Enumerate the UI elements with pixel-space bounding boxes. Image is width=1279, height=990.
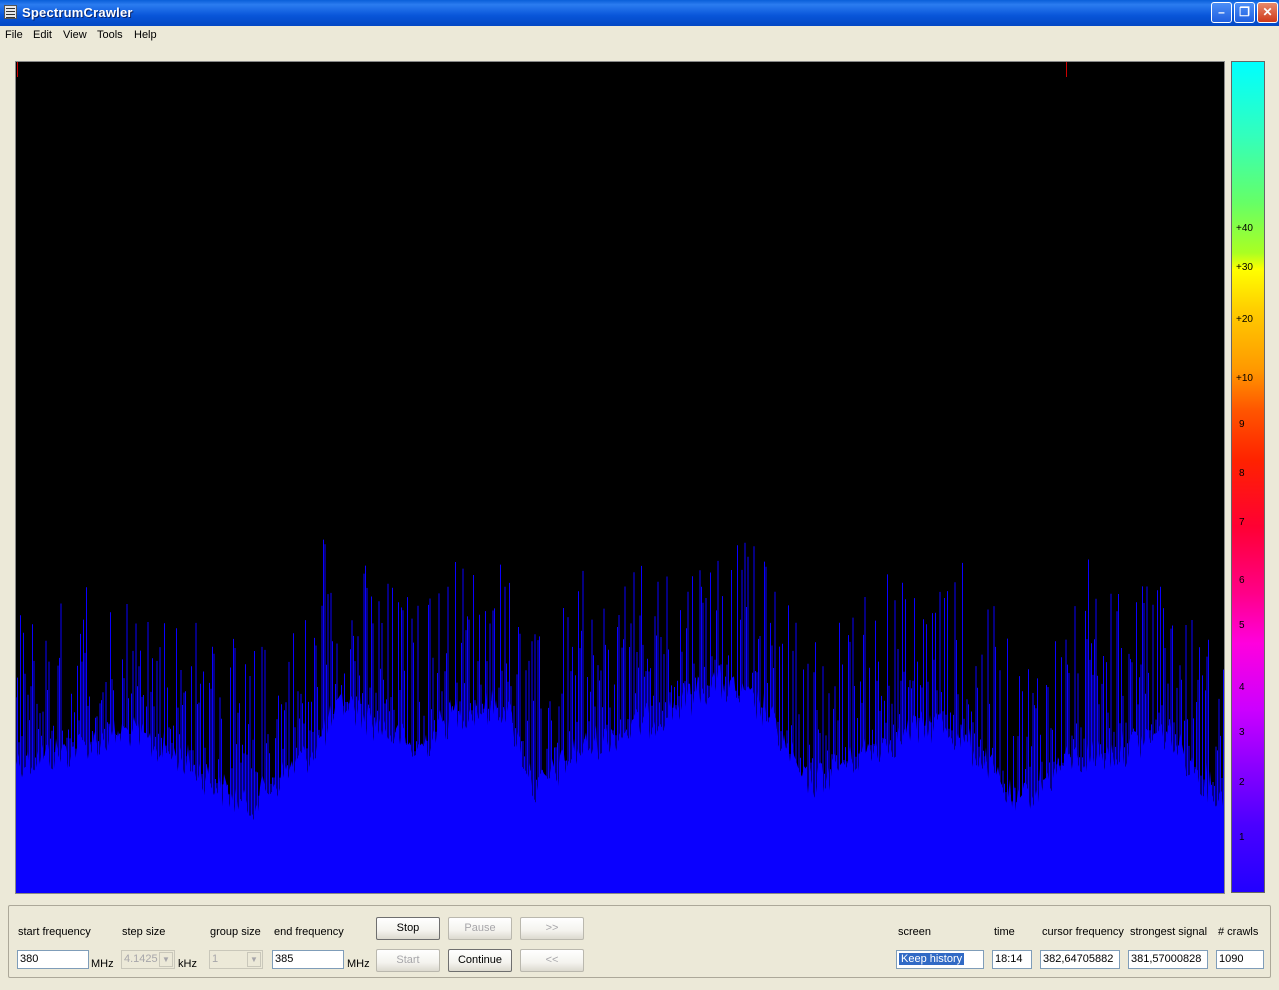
menu-bar: File Edit View Tools Help (0, 26, 1279, 45)
group-size-select: 1 ▼ (209, 950, 263, 969)
step-size-label: step size (122, 926, 166, 938)
control-panel: start frequency 380 MHz step size 4.1425… (8, 905, 1271, 978)
menu-file[interactable]: File (5, 29, 23, 41)
crawls-field: 1090 (1216, 950, 1264, 969)
end-frequency-input[interactable]: 385 (272, 950, 344, 969)
back-button[interactable]: << (520, 949, 584, 972)
menu-edit[interactable]: Edit (33, 29, 52, 41)
spectrum-display[interactable] (15, 61, 1225, 894)
close-button[interactable]: ✕ (1257, 2, 1278, 23)
screen-mode-value: Keep history (899, 953, 965, 965)
start-frequency-unit: MHz (91, 958, 114, 970)
scale-tick: 3 (1239, 727, 1245, 738)
step-size-select: 4.1425 ▼ (121, 950, 175, 969)
title-bar: SpectrumCrawler – ❐ ✕ (0, 0, 1279, 26)
maximize-button[interactable]: ❐ (1234, 2, 1255, 23)
strongest-signal-field: 381,57000828 (1128, 950, 1208, 969)
scale-tick: 8 (1239, 468, 1245, 479)
minimize-button[interactable]: – (1211, 2, 1232, 23)
app-icon (4, 5, 17, 19)
signal-color-scale: +40 +30 +20 +10 9 8 7 6 5 4 3 2 1 (1231, 61, 1265, 893)
menu-tools[interactable]: Tools (97, 29, 123, 41)
scale-tick: +20 (1236, 314, 1253, 325)
restore-icon: ❐ (1239, 5, 1250, 19)
cursor-frequency-label: cursor frequency (1042, 926, 1124, 938)
start-frequency-label: start frequency (18, 926, 91, 938)
chevron-down-icon: ▼ (159, 952, 173, 967)
scale-tick: +30 (1236, 262, 1253, 273)
strongest-signal-label: strongest signal (1130, 926, 1208, 938)
scale-tick: +10 (1236, 373, 1253, 384)
scale-tick: 5 (1239, 620, 1245, 631)
end-frequency-label: end frequency (274, 926, 344, 938)
step-size-unit: kHz (178, 958, 197, 970)
scale-tick: 7 (1239, 517, 1245, 528)
time-field: 18:14 (992, 950, 1032, 969)
cursor-frequency-field: 382,64705882 (1040, 950, 1120, 969)
forward-button[interactable]: >> (520, 917, 584, 940)
group-size-value: 1 (212, 953, 219, 965)
start-button[interactable]: Start (376, 949, 440, 972)
chevron-down-icon: ▼ (247, 952, 261, 967)
scale-tick: 4 (1239, 682, 1245, 693)
end-frequency-unit: MHz (347, 958, 370, 970)
window-title: SpectrumCrawler (22, 5, 133, 20)
scale-tick: +40 (1236, 223, 1253, 234)
scale-tick: 2 (1239, 777, 1245, 788)
start-frequency-input[interactable]: 380 (17, 950, 89, 969)
time-label: time (994, 926, 1015, 938)
stop-button[interactable]: Stop (376, 917, 440, 940)
menu-help[interactable]: Help (134, 29, 157, 41)
scale-tick: 1 (1239, 832, 1245, 843)
scale-tick: 6 (1239, 575, 1245, 586)
spectrum-plot (16, 62, 1224, 893)
menu-view[interactable]: View (63, 29, 87, 41)
minimize-icon: – (1218, 5, 1225, 19)
screen-mode-input[interactable]: Keep history (896, 950, 984, 969)
pause-button[interactable]: Pause (448, 917, 512, 940)
continue-button[interactable]: Continue (448, 949, 512, 972)
step-size-value: 4.1425 (124, 953, 158, 965)
group-size-label: group size (210, 926, 261, 938)
close-icon: ✕ (1262, 5, 1273, 19)
crawls-label: # crawls (1218, 926, 1259, 938)
scale-tick: 9 (1239, 419, 1245, 430)
screen-label: screen (898, 926, 932, 938)
